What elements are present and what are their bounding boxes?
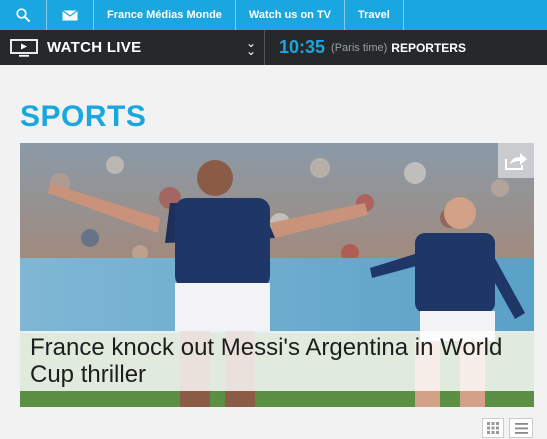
main-content: SPORTS France knock out Messi's Argentin…: [0, 65, 547, 439]
watch-live-button[interactable]: WATCH LIVE ⌄ ⌄: [0, 30, 265, 65]
nav-link-watch-us-on-tv[interactable]: Watch us on TV: [236, 0, 346, 30]
chevron-down-icon[interactable]: ⌄ ⌄: [246, 37, 256, 57]
watch-live-label: WATCH LIVE: [47, 39, 142, 56]
share-button[interactable]: [498, 143, 534, 178]
section-title: SPORTS: [20, 100, 147, 133]
list-view-button[interactable]: [509, 418, 533, 438]
search-icon: [16, 8, 30, 22]
live-bar: WATCH LIVE ⌄ ⌄ 10:35 (Paris time) REPORTE…: [0, 30, 547, 65]
grid-view-button[interactable]: [482, 418, 504, 438]
list-view-icon: [514, 422, 528, 434]
search-button[interactable]: [0, 0, 47, 30]
nav-link-travel[interactable]: Travel: [345, 0, 404, 30]
reporters-link[interactable]: REPORTERS: [391, 41, 466, 55]
timezone-label: (Paris time): [331, 41, 388, 54]
live-clock: 10:35: [279, 37, 326, 57]
grid-view-icon: [487, 422, 499, 434]
mail-icon: [62, 9, 78, 20]
tv-icon: [10, 38, 38, 57]
hero-article[interactable]: France knock out Messi's Argentina in Wo…: [20, 143, 534, 407]
newsletter-button[interactable]: [47, 0, 94, 30]
article-headline[interactable]: France knock out Messi's Argentina in Wo…: [30, 334, 524, 388]
nav-link-france-medias-monde[interactable]: France Médias Monde: [94, 0, 236, 30]
headline-overlay: France knock out Messi's Argentina in Wo…: [20, 331, 534, 391]
share-icon: [505, 152, 527, 170]
top-navigation: France Médias Monde Watch us on TV Trave…: [0, 0, 547, 30]
